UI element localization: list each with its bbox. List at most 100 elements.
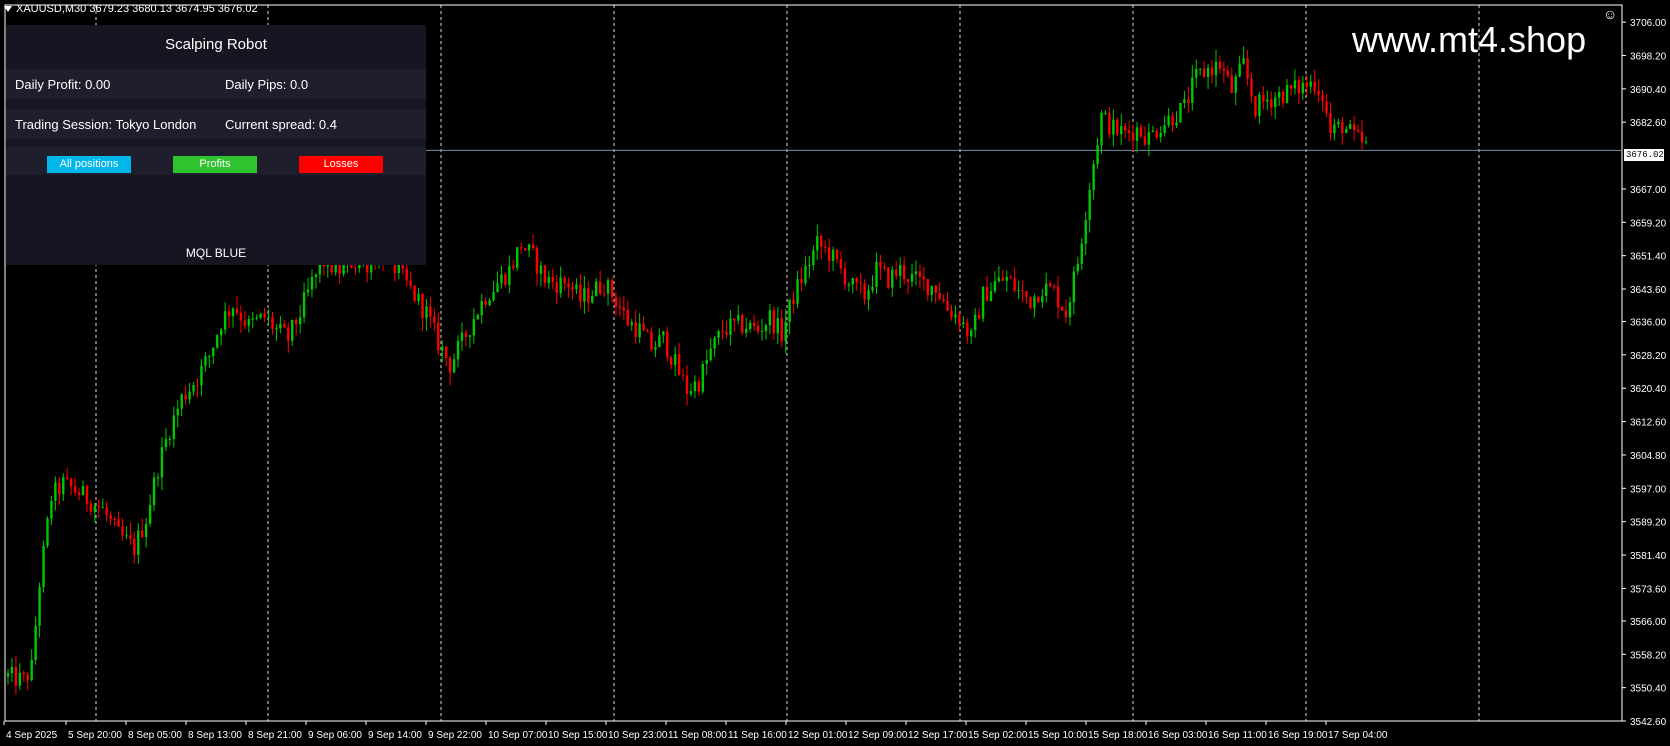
y-tick-label: 3620.40: [1630, 384, 1667, 395]
candle-body: [1195, 69, 1198, 78]
collapse-triangle-icon[interactable]: [4, 6, 12, 13]
candle-body: [1151, 130, 1155, 133]
candle-body: [638, 323, 641, 338]
candle-body: [409, 280, 412, 286]
candle-body: [804, 265, 807, 284]
candle-body: [997, 277, 1001, 282]
candle-body: [681, 374, 685, 376]
candle-body: [1001, 277, 1005, 281]
candle-body: [567, 283, 570, 287]
candle-body: [354, 267, 357, 269]
candle-body: [875, 261, 878, 287]
x-tick-label: 10 Sep 07:00: [488, 730, 548, 741]
scalping-robot-panel: Scalping Robot Daily Profit: 0.00 Daily …: [6, 25, 426, 265]
x-tick-label: 12 Sep 01:00: [788, 730, 848, 741]
candle-body: [709, 348, 712, 361]
candle-body: [571, 286, 574, 290]
candle-body: [729, 318, 732, 335]
candle-body: [776, 318, 779, 334]
candle-body: [512, 265, 515, 268]
candle-body: [1100, 112, 1103, 146]
candle-body: [1321, 94, 1324, 102]
candle-body: [551, 276, 554, 283]
candle-body: [492, 291, 495, 301]
candle-body: [148, 505, 152, 524]
candle-body: [871, 286, 874, 291]
x-tick-label: 16 Sep 11:00: [1208, 730, 1267, 741]
candle-body: [1183, 99, 1186, 104]
candle-body: [1163, 125, 1166, 133]
x-tick-label: 12 Sep 17:00: [908, 730, 968, 741]
smiley-icon[interactable]: ☺: [1603, 7, 1617, 21]
candle-body: [796, 279, 799, 304]
candle-body: [1123, 126, 1127, 131]
candle-body: [441, 346, 444, 351]
profits-button[interactable]: Profits: [173, 156, 257, 173]
candle-body: [34, 625, 37, 661]
candle-body: [310, 276, 314, 290]
candle-body: [989, 291, 993, 302]
candle-body: [764, 325, 768, 331]
candle-body: [452, 359, 456, 373]
candle-body: [1092, 164, 1095, 190]
symbol-header-text: XAUUSD,M30 3679.23 3680.13 3674.95 3676.…: [16, 3, 258, 15]
candle-body: [1341, 121, 1344, 134]
candle-body: [1356, 130, 1360, 132]
candle-body: [1116, 119, 1119, 135]
y-tick-label: 3612.60: [1630, 418, 1667, 429]
candle-body: [1274, 97, 1277, 108]
candle-body: [488, 300, 491, 305]
candle-body: [926, 279, 930, 295]
candle-body: [508, 265, 511, 285]
candle-body: [772, 310, 776, 334]
candle-body: [1277, 91, 1281, 98]
candle-body: [437, 322, 440, 351]
candle-body: [176, 408, 179, 416]
daily-profit: Daily Profit: 0.00: [15, 77, 111, 92]
candle-body: [433, 316, 436, 323]
y-tick-label: 3566.00: [1630, 617, 1667, 628]
candle-body: [1198, 68, 1202, 70]
candle-body: [85, 485, 89, 504]
candle-body: [634, 322, 637, 338]
y-tick-label: 3698.20: [1630, 51, 1667, 62]
candle-body: [966, 322, 969, 337]
candle-body: [496, 283, 499, 292]
all-positions-button[interactable]: All positions: [47, 156, 131, 173]
candle-body: [922, 276, 926, 280]
candle-body: [1033, 296, 1036, 309]
candle-body: [227, 311, 231, 317]
candle-body: [1202, 68, 1206, 77]
candle-body: [1096, 145, 1099, 165]
candle-body: [1281, 91, 1285, 103]
candle-body: [283, 323, 286, 328]
candle-body: [942, 299, 945, 302]
candle-body: [906, 279, 910, 282]
candle-body: [654, 347, 657, 350]
candle-body: [429, 306, 432, 317]
candle-body: [109, 514, 112, 520]
x-tick-label: 9 Sep 22:00: [428, 730, 482, 741]
y-tick-label: 3690.40: [1630, 85, 1667, 96]
candle-body: [898, 265, 902, 276]
candle-body: [531, 244, 535, 249]
candle-body: [18, 672, 22, 686]
candle-body: [539, 265, 543, 274]
trading-session: Trading Session: Tokyo London: [15, 117, 197, 132]
current-spread: Current spread: 0.4: [225, 117, 338, 132]
candle-body: [950, 310, 953, 318]
y-tick-label: 3604.80: [1630, 451, 1667, 462]
candle-body: [1072, 271, 1076, 303]
candle-body: [626, 310, 629, 326]
candle-body: [113, 519, 116, 521]
candle-body: [46, 518, 49, 546]
candle-body: [1159, 132, 1162, 138]
candle-body: [504, 274, 507, 285]
x-tick-label: 8 Sep 05:00: [128, 730, 182, 741]
candle-body: [1021, 290, 1024, 292]
candle-body: [42, 545, 45, 588]
candle-body: [1214, 61, 1218, 76]
losses-button[interactable]: Losses: [299, 156, 383, 173]
candle-body: [1266, 99, 1269, 102]
candle-body: [484, 301, 487, 305]
